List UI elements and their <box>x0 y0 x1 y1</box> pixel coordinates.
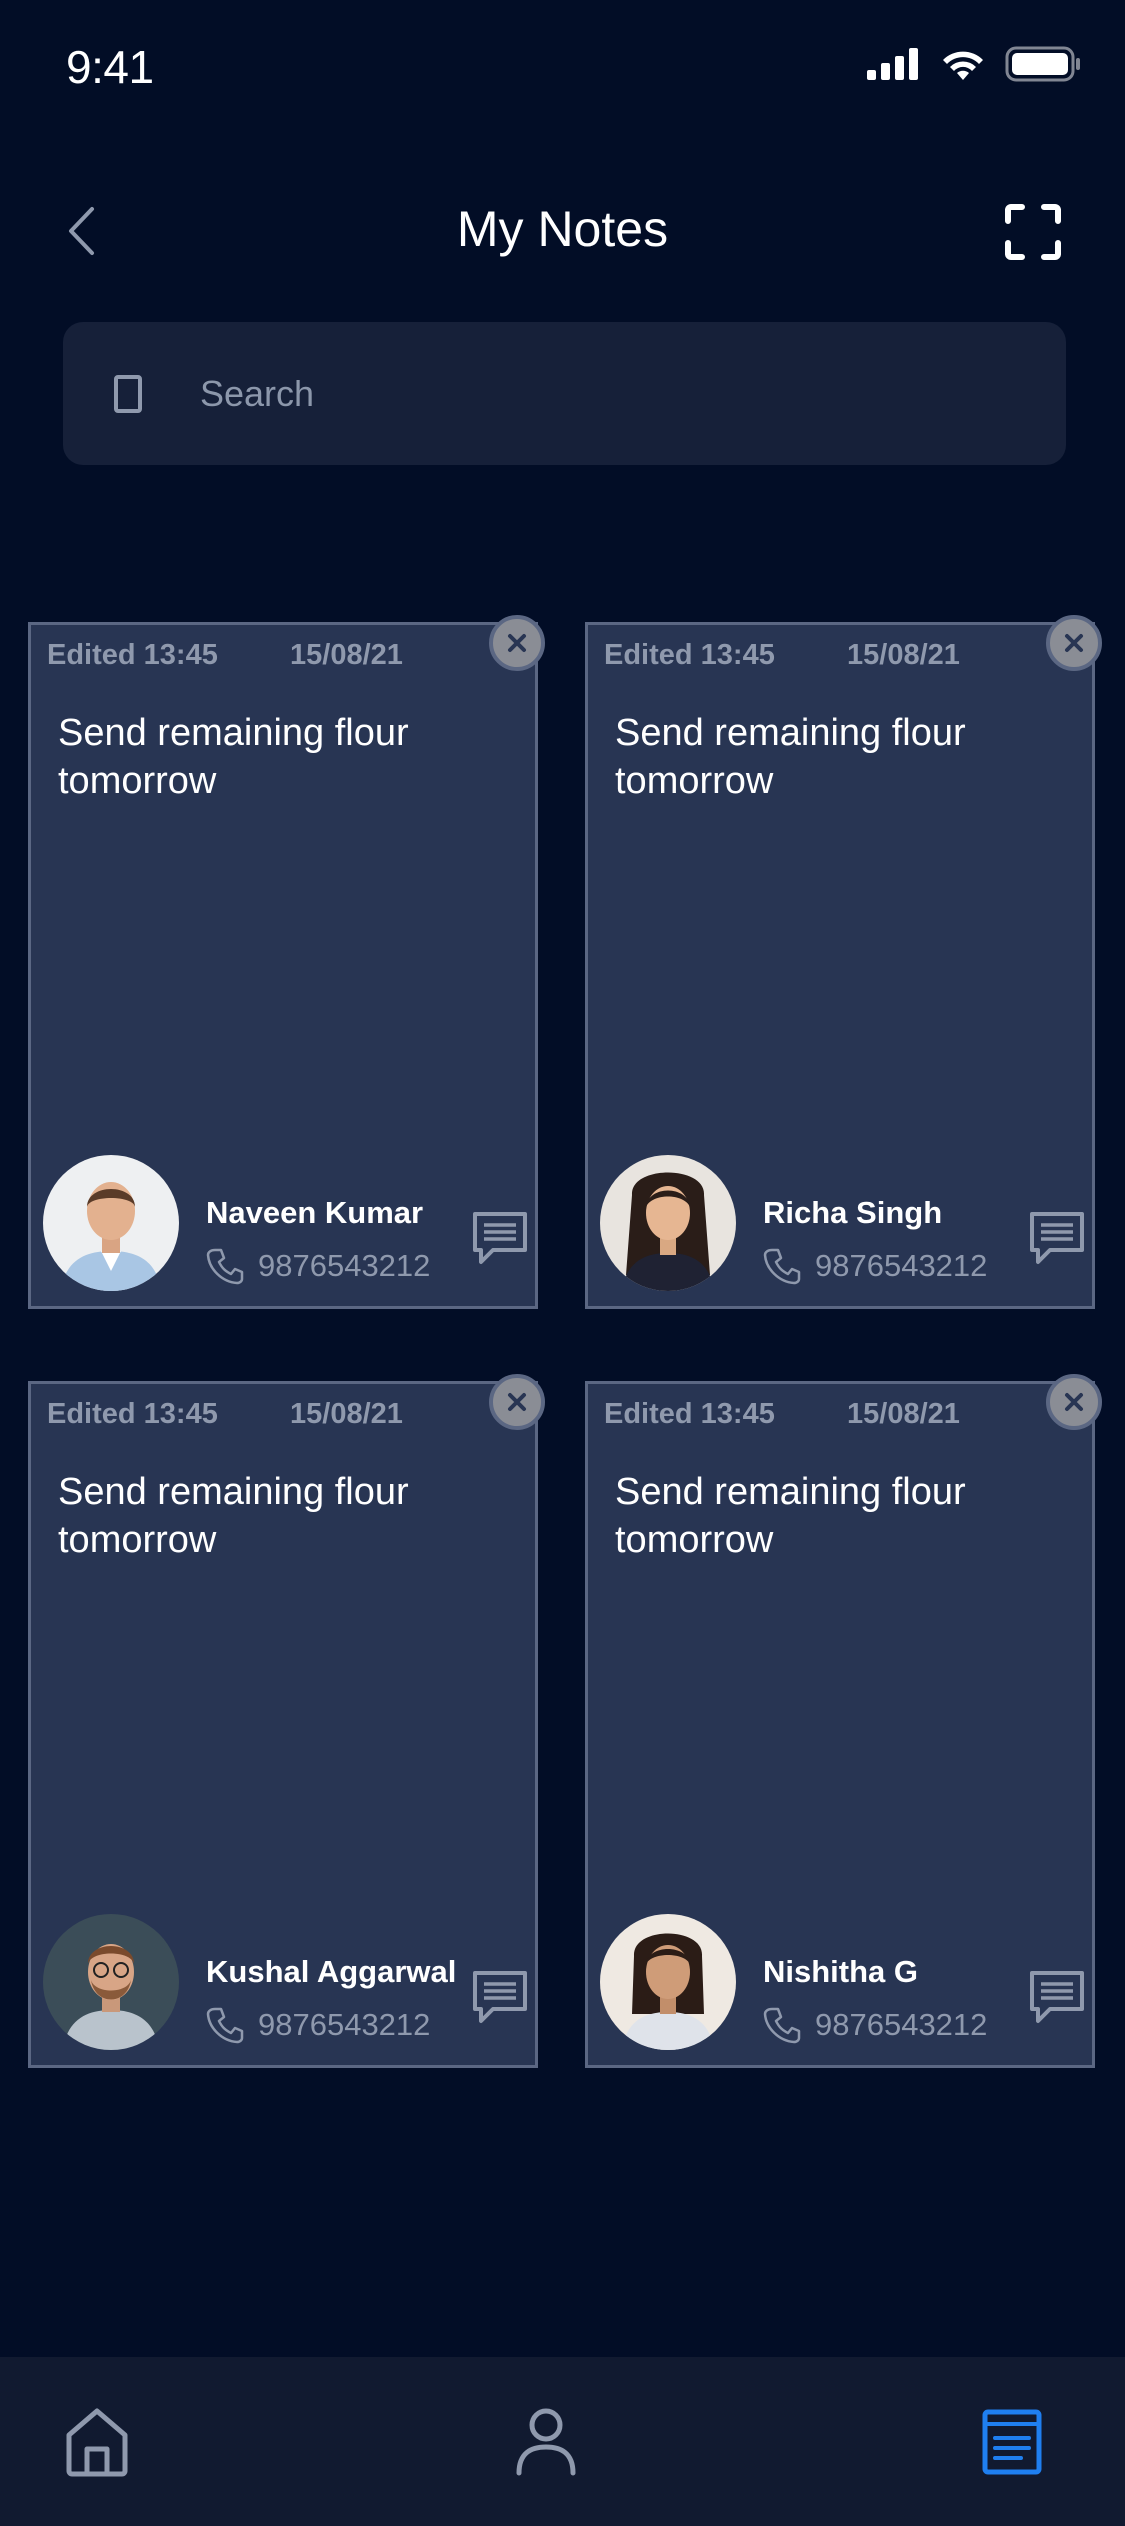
contact-phone: 9876543212 <box>258 1248 431 1283</box>
avatar <box>43 1155 179 1291</box>
page-title: My Notes <box>456 201 669 257</box>
note-date: 15/08/21 <box>847 1398 960 1430</box>
contact-phone-row: 9876543212 <box>206 1247 430 1285</box>
note-text: Send remaining flour tomorrow <box>58 712 409 802</box>
status-time: 9:41 <box>66 41 154 93</box>
battery-icon <box>1005 46 1080 82</box>
message-icon <box>473 1212 527 1264</box>
message-button[interactable] <box>1028 1210 1086 1266</box>
message-icon <box>1030 1212 1084 1264</box>
message-icon <box>473 1971 527 2023</box>
phone-icon <box>206 2007 244 2044</box>
signal-icon <box>867 48 918 80</box>
contact-phone-row: 9876543212 <box>763 2006 987 2044</box>
delete-note-button[interactable] <box>1046 615 1102 671</box>
contact-phone-row: 9876543212 <box>763 1247 987 1285</box>
search-icon <box>108 364 148 424</box>
note-edited-time: Edited 13:45 <box>47 639 218 671</box>
nav-profile[interactable] <box>506 2402 586 2482</box>
message-icon <box>1030 1971 1084 2023</box>
profile-icon <box>516 2408 576 2476</box>
avatar <box>43 1914 179 2050</box>
note-text: Send remaining flour tomorrow <box>615 712 966 802</box>
message-button[interactable] <box>1028 1969 1086 2025</box>
contact-phone: 9876543212 <box>815 1248 988 1283</box>
note-edited-time: Edited 13:45 <box>604 639 775 671</box>
delete-note-button[interactable] <box>489 1374 545 1430</box>
contact-name: Kushal Aggarwal <box>206 1954 457 1989</box>
note-card[interactable]: Edited 13:45 15/08/21 Send remaining flo… <box>585 615 1102 1309</box>
note-card[interactable]: Edited 13:45 15/08/21 Send remaining flo… <box>585 1374 1102 2068</box>
note-card[interactable]: Edited 13:45 15/08/21 Send remaining flo… <box>28 615 545 1309</box>
phone-icon <box>763 1248 801 1285</box>
contact-name: Naveen Kumar <box>206 1195 424 1230</box>
home-icon <box>66 2408 128 2477</box>
contact-phone: 9876543212 <box>815 2007 988 2042</box>
note-text: Send remaining flour tomorrow <box>58 1471 409 1561</box>
close-icon <box>508 1393 526 1411</box>
note-edited-time: Edited 13:45 <box>604 1398 775 1430</box>
contact-name: Nishitha G <box>763 1954 919 1989</box>
delete-note-button[interactable] <box>1046 1374 1102 1430</box>
delete-note-button[interactable] <box>489 615 545 671</box>
note-date: 15/08/21 <box>847 639 960 671</box>
wifi-icon <box>943 51 983 80</box>
close-icon <box>508 634 526 652</box>
phone-icon <box>206 1248 244 1285</box>
search-bar[interactable] <box>63 322 1066 465</box>
nav-notes[interactable] <box>972 2402 1052 2482</box>
nav-home[interactable] <box>57 2402 137 2482</box>
phone-icon <box>763 2007 801 2044</box>
expand-button[interactable] <box>1004 203 1062 261</box>
contact-phone: 9876543212 <box>258 2007 431 2042</box>
contact-name: Richa Singh <box>763 1195 943 1230</box>
contact-phone-row: 9876543212 <box>206 2006 430 2044</box>
fullscreen-icon <box>1005 204 1061 260</box>
note-edited-time: Edited 13:45 <box>47 1398 218 1430</box>
note-text: Send remaining flour tomorrow <box>615 1471 966 1561</box>
status-icons <box>867 46 1081 82</box>
message-button[interactable] <box>471 1210 529 1266</box>
message-button[interactable] <box>471 1969 529 2025</box>
note-date: 15/08/21 <box>290 1398 403 1430</box>
notes-icon <box>982 2409 1042 2475</box>
bottom-nav <box>0 2357 1125 2526</box>
avatar <box>600 1914 736 2050</box>
search-input[interactable] <box>200 372 1000 415</box>
close-icon <box>1065 634 1083 652</box>
note-date: 15/08/21 <box>290 639 403 671</box>
close-icon <box>1065 1393 1083 1411</box>
notes-screen: 9:41 My Notes Search Edited 13:45 15/08/… <box>0 0 1125 2526</box>
avatar <box>600 1155 736 1291</box>
note-card[interactable]: Edited 13:45 15/08/21 Send remaining flo… <box>28 1374 545 2068</box>
